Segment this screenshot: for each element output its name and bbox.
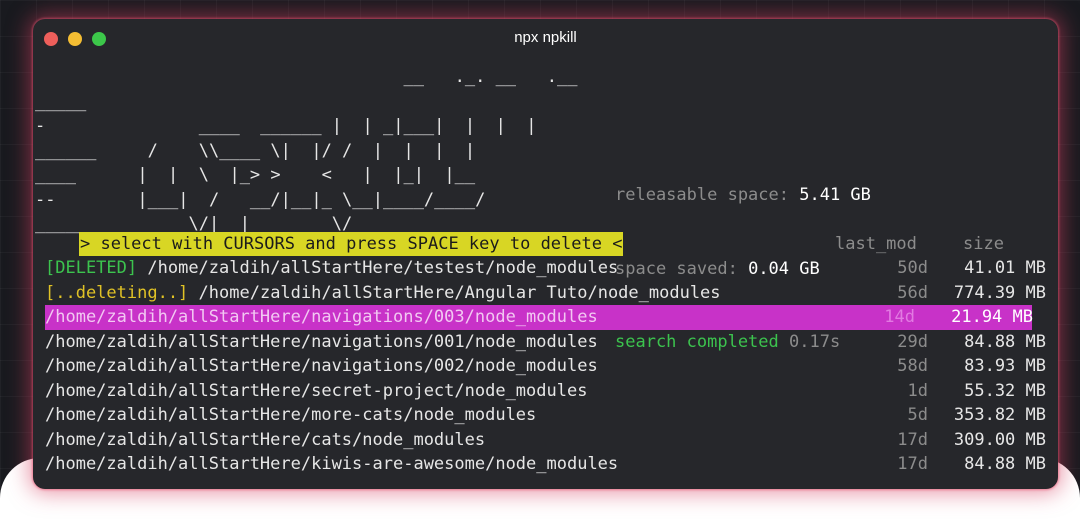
- deleting-tag: [..deleting..]: [45, 282, 189, 303]
- logo-body: _____ - ____ ______ | | _|___| | | | ___…: [35, 91, 537, 235]
- row-path: /home/zaldih/allStartHere/navigations/00…: [45, 307, 598, 327]
- row-path: /home/zaldih/allStartHere/kiwis-are-awes…: [45, 454, 619, 474]
- result-row[interactable]: /home/zaldih/allStartHere/cats/node_modu…: [45, 428, 1046, 453]
- result-row-deleted[interactable]: [DELETED] /home/zaldih/allStartHere/test…: [45, 256, 1046, 281]
- releasable-space-label: releasable space:: [615, 185, 789, 205]
- column-header-last-mod: last_mod: [835, 234, 917, 254]
- row-path: /home/zaldih/allStartHere/more-cats/node…: [45, 405, 537, 425]
- row-last-mod: 17d: [897, 429, 928, 450]
- row-path: /home/zaldih/allStartHere/navigations/00…: [45, 331, 598, 352]
- row-path: /home/zaldih/allStartHere/Angular Tuto/n…: [198, 282, 721, 303]
- deleted-tag: [DELETED]: [45, 258, 138, 278]
- releasable-space-line: releasable space: 5.41 GB: [615, 183, 871, 208]
- result-row[interactable]: /home/zaldih/allStartHere/more-cats/node…: [45, 403, 1046, 428]
- row-size: 309.00 MB: [953, 429, 1046, 450]
- row-size: 55.32 MB: [964, 380, 1046, 401]
- result-row[interactable]: /home/zaldih/allStartHere/navigations/00…: [45, 354, 1046, 379]
- row-size: 774.39 MB: [953, 282, 1046, 303]
- row-last-mod: 58d: [897, 356, 928, 376]
- row-size: 84.88 MB: [964, 331, 1046, 352]
- row-last-mod: 50d: [897, 258, 928, 278]
- row-last-mod: 14d: [884, 307, 915, 327]
- row-path: /home/zaldih/allStartHere/cats/node_modu…: [45, 429, 486, 450]
- result-row-deleting[interactable]: [..deleting..] /home/zaldih/allStartHere…: [45, 281, 1046, 306]
- result-row[interactable]: /home/zaldih/allStartHere/secret-project…: [45, 379, 1046, 404]
- results-header: > select with CURSORS and press SPACE ke…: [79, 232, 1039, 256]
- row-last-mod: 1d: [907, 380, 928, 401]
- column-header-size: size: [963, 234, 1004, 254]
- row-size: 83.93 MB: [964, 356, 1046, 376]
- npkill-ascii-logo: __ ._. __ .__ _____ - ____ ______ | | _|…: [35, 65, 577, 237]
- row-last-mod: 56d: [897, 282, 928, 303]
- row-size: 353.82 MB: [953, 405, 1046, 425]
- terminal-window: npx npkill __ ._. __ .__ _____ - ____ __…: [33, 19, 1058, 489]
- row-path: /home/zaldih/allStartHere/navigations/00…: [45, 356, 598, 376]
- result-row-selected[interactable]: /home/zaldih/allStartHere/navigations/00…: [45, 305, 1033, 330]
- result-row[interactable]: /home/zaldih/allStartHere/kiwis-are-awes…: [45, 452, 1046, 477]
- row-last-mod: 5d: [907, 405, 928, 425]
- terminal-content: __ ._. __ .__ _____ - ____ ______ | | _|…: [33, 19, 1058, 489]
- instruction-banner: > select with CURSORS and press SPACE ke…: [79, 232, 624, 256]
- row-path: /home/zaldih/allStartHere/testest/node_m…: [147, 258, 619, 278]
- results-list: [DELETED] /home/zaldih/allStartHere/test…: [45, 256, 1046, 477]
- logo-top-line: __ ._. __ .__: [35, 67, 578, 87]
- row-size: 84.88 MB: [964, 454, 1046, 474]
- releasable-space-value: 5.41 GB: [799, 185, 871, 205]
- row-path: /home/zaldih/allStartHere/secret-project…: [45, 380, 588, 401]
- row-size: 41.01 MB: [964, 258, 1046, 278]
- row-last-mod: 29d: [897, 331, 928, 352]
- result-row[interactable]: /home/zaldih/allStartHere/navigations/00…: [45, 330, 1046, 355]
- row-last-mod: 17d: [897, 454, 928, 474]
- row-size: 21.94 MB: [951, 307, 1033, 327]
